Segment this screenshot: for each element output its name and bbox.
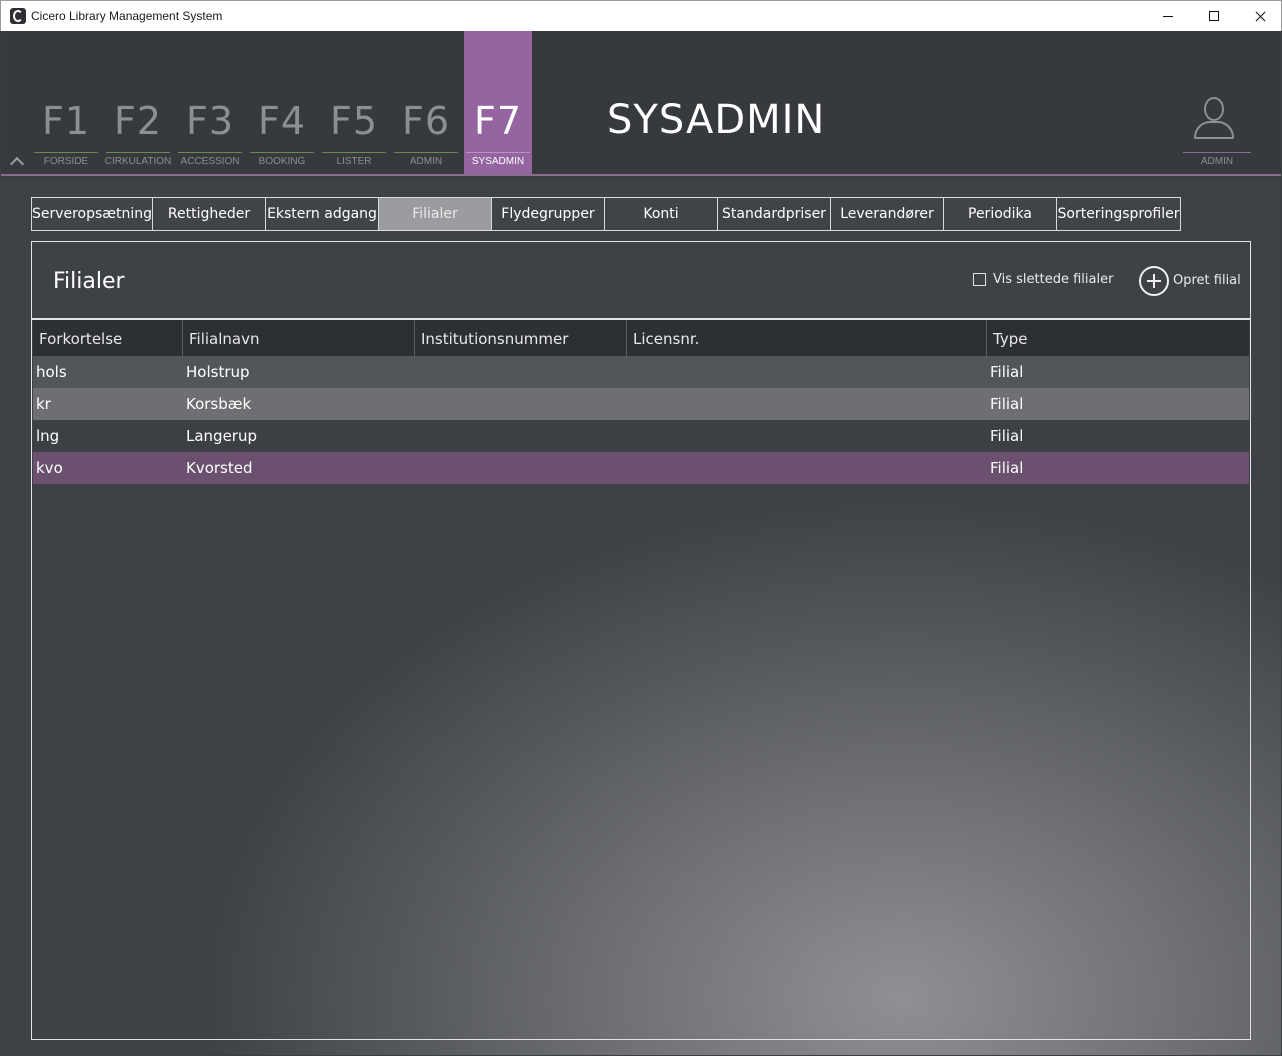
tab-serveropsaetning[interactable]: Serveropsætning bbox=[31, 197, 153, 231]
create-branch-button[interactable]: Opret filial bbox=[1173, 273, 1241, 288]
branches-table: Forkortelse Filialnavn Institutionsnumme… bbox=[33, 320, 1249, 484]
fkey-number: F2 bbox=[113, 99, 163, 143]
fkey-label: ADMIN bbox=[409, 156, 443, 167]
fkey-label: SYSADMIN bbox=[471, 156, 525, 167]
filialer-panel: Filialer Vis slettede filialer Opret fil… bbox=[31, 241, 1251, 1040]
column-header-filialnavn[interactable]: Filialnavn bbox=[182, 320, 414, 356]
fkey-admin[interactable]: F6 ADMIN bbox=[392, 31, 460, 174]
tab-standardpriser[interactable]: Standardpriser bbox=[718, 197, 831, 231]
tab-flydegrupper[interactable]: Flydegrupper bbox=[492, 197, 605, 231]
user-underline bbox=[1183, 152, 1251, 153]
cell-abbr: kvo bbox=[36, 459, 63, 477]
cell-type: Filial bbox=[990, 395, 1024, 413]
show-deleted-checkbox[interactable] bbox=[973, 273, 986, 286]
show-deleted-label[interactable]: Vis slettede filialer bbox=[993, 272, 1113, 287]
fkey-underline bbox=[322, 152, 386, 153]
fkey-underline bbox=[106, 152, 170, 153]
fkey-number: F5 bbox=[329, 99, 379, 143]
cell-abbr: kr bbox=[36, 395, 51, 413]
chevron-up-icon[interactable] bbox=[9, 156, 25, 172]
fkey-number: F1 bbox=[41, 99, 91, 143]
table-row[interactable]: hols Holstrup Filial bbox=[33, 356, 1249, 388]
fkey-number: F6 bbox=[401, 99, 451, 143]
tab-sorteringsprofiler[interactable]: Sorteringsprofiler bbox=[1057, 197, 1181, 231]
window-title: Cicero Library Management System bbox=[31, 9, 223, 23]
module-title: SYSADMIN bbox=[607, 97, 826, 143]
app-logo-icon bbox=[10, 8, 26, 24]
cell-abbr: hols bbox=[36, 363, 67, 381]
minimize-icon bbox=[1163, 16, 1173, 17]
fkey-label: ACCESSION bbox=[180, 156, 240, 167]
column-header-institutionsnummer[interactable]: Institutionsnummer bbox=[414, 320, 626, 356]
fkey-underline bbox=[466, 152, 530, 153]
fkey-label: CIRKULATION bbox=[104, 156, 172, 167]
cell-name: Langerup bbox=[186, 427, 258, 445]
fkey-number: F7 bbox=[473, 99, 523, 143]
maximize-icon bbox=[1209, 11, 1219, 21]
cell-type: Filial bbox=[990, 363, 1024, 381]
tab-filialer[interactable]: Filialer bbox=[379, 197, 492, 231]
column-header-licensnr[interactable]: Licensnr. bbox=[626, 320, 986, 356]
fkey-underline bbox=[394, 152, 458, 153]
table-row[interactable]: kr Korsbæk Filial bbox=[33, 388, 1249, 420]
user-icon[interactable] bbox=[1191, 97, 1237, 141]
cell-abbr: lng bbox=[36, 427, 60, 445]
cell-name: Holstrup bbox=[186, 363, 250, 381]
module-header: F1 FORSIDE F2 CIRKULATION F3 ACCESSION F… bbox=[1, 31, 1281, 176]
fkey-forside[interactable]: F1 FORSIDE bbox=[32, 31, 100, 174]
user-label[interactable]: ADMIN bbox=[1183, 156, 1251, 167]
fkey-number: F3 bbox=[185, 99, 235, 143]
tab-konti[interactable]: Konti bbox=[605, 197, 718, 231]
fkey-sysadmin[interactable]: F7 SYSADMIN bbox=[464, 31, 532, 174]
panel-title: Filialer bbox=[53, 269, 125, 294]
fkey-booking[interactable]: F4 BOOKING bbox=[248, 31, 316, 174]
fkey-underline bbox=[34, 152, 98, 153]
maximize-button[interactable] bbox=[1191, 1, 1237, 31]
tab-rettigheder[interactable]: Rettigheder bbox=[153, 197, 266, 231]
minimize-button[interactable] bbox=[1145, 1, 1191, 31]
user-icon-body bbox=[1194, 121, 1234, 139]
fkey-lister[interactable]: F5 LISTER bbox=[320, 31, 388, 174]
tab-ekstern-adgang[interactable]: Ekstern adgang bbox=[266, 197, 379, 231]
fkey-label: BOOKING bbox=[258, 156, 306, 167]
close-button[interactable] bbox=[1237, 1, 1282, 31]
column-header-forkortelse[interactable]: Forkortelse bbox=[33, 320, 182, 356]
table-header: Forkortelse Filialnavn Institutionsnumme… bbox=[33, 320, 1249, 356]
sysadmin-tabs: Serveropsætning Rettigheder Ekstern adga… bbox=[31, 197, 1181, 231]
tab-periodika[interactable]: Periodika bbox=[944, 197, 1057, 231]
fkey-underline bbox=[250, 152, 314, 153]
fkey-accession[interactable]: F3 ACCESSION bbox=[176, 31, 244, 174]
fkey-label: LISTER bbox=[336, 156, 372, 167]
table-row-selected[interactable]: kvo Kvorsted Filial bbox=[33, 452, 1249, 484]
fkey-cirkulation[interactable]: F2 CIRKULATION bbox=[104, 31, 172, 174]
add-circle-icon[interactable] bbox=[1139, 266, 1169, 296]
cell-name: Kvorsted bbox=[186, 459, 253, 477]
user-icon-head bbox=[1204, 97, 1224, 121]
cell-type: Filial bbox=[990, 459, 1024, 477]
tab-leverandoerer[interactable]: Leverandører bbox=[831, 197, 944, 231]
table-row[interactable]: lng Langerup Filial bbox=[33, 420, 1249, 452]
fkey-number: F4 bbox=[257, 99, 307, 143]
cell-name: Korsbæk bbox=[186, 395, 252, 413]
cell-type: Filial bbox=[990, 427, 1024, 445]
fkey-underline bbox=[178, 152, 242, 153]
column-header-type[interactable]: Type bbox=[986, 320, 1249, 356]
fkey-label: FORSIDE bbox=[43, 156, 89, 167]
window-titlebar: Cicero Library Management System bbox=[0, 0, 1282, 31]
